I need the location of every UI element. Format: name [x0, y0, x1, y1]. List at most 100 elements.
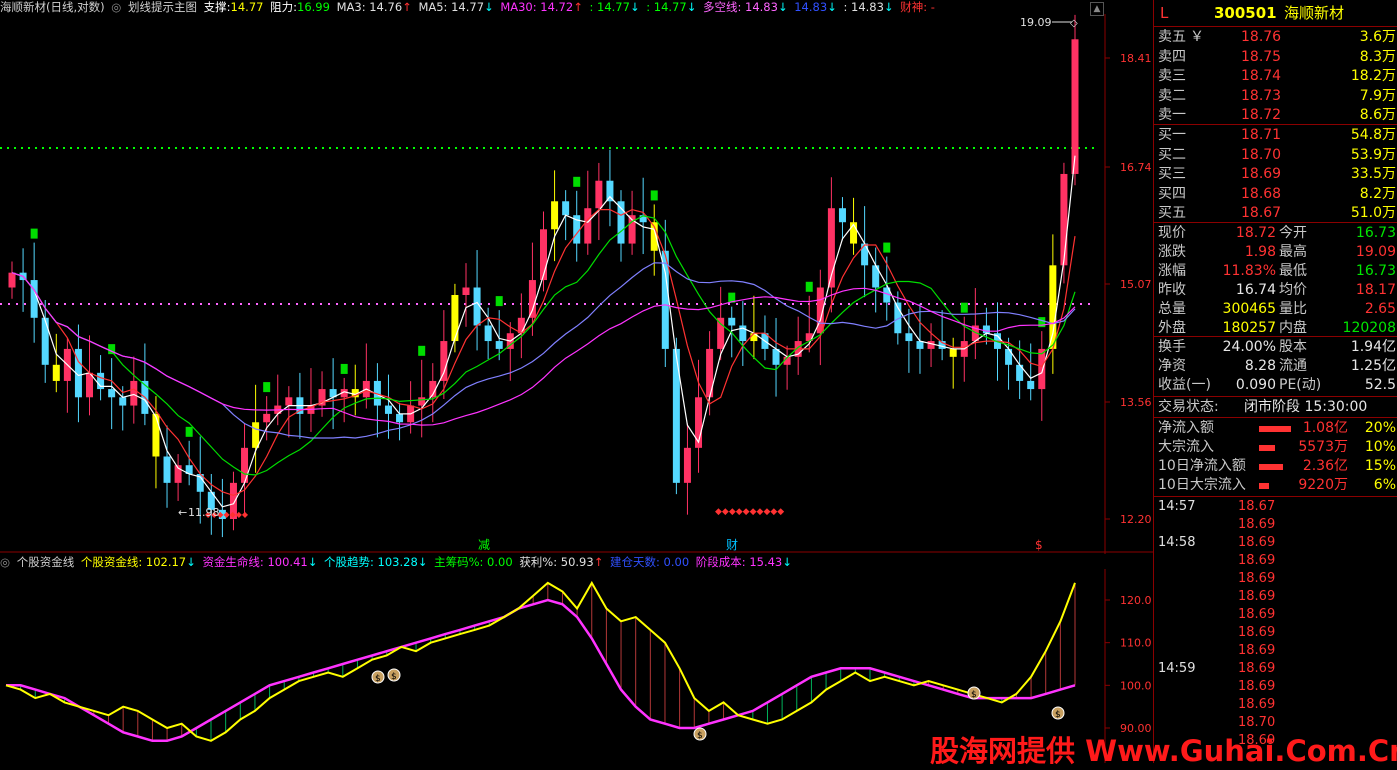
- stat-label: 涨跌: [1158, 244, 1186, 260]
- line-v2: : 14.77: [646, 0, 687, 14]
- tick-price: 18.69: [1238, 571, 1276, 586]
- stat-row: 净资 8.28 流通 1.25亿: [1154, 357, 1397, 376]
- sub-chart-header: ◎ 个股资金线 个股资金线: 102.17↓ 资金生命线: 100.41↓ 个股…: [0, 555, 792, 569]
- bids-label: 买五: [1158, 205, 1186, 221]
- stat-label: 今开: [1279, 225, 1307, 241]
- flow-value: 9220万: [1298, 477, 1348, 493]
- bids-volume: 33.5万: [1350, 166, 1396, 182]
- asks-price: 18.76: [1241, 29, 1282, 45]
- stat-row: 现价 18.72 今开 16.73: [1154, 224, 1397, 243]
- stat-value: 0.090: [1235, 377, 1276, 393]
- collapse-icon[interactable]: ◎: [0, 555, 10, 569]
- low-label: 11.98: [188, 506, 220, 519]
- line-v1: : 14.77: [589, 0, 630, 14]
- flow-row: 净流入额 1.08亿 20%: [1154, 419, 1397, 438]
- caishen-value: 财神: -: [900, 0, 935, 14]
- tick-time: 14:59: [1158, 661, 1196, 676]
- asks-row[interactable]: 卖二 18.73 7.9万: [1154, 87, 1397, 106]
- stat-label: PE(动): [1279, 377, 1322, 393]
- stat-label: 净资: [1158, 358, 1186, 374]
- stat-label: 股本: [1279, 339, 1307, 355]
- stat-label: 收益(一): [1158, 377, 1211, 393]
- bids-row[interactable]: 买二 18.70 53.9万: [1154, 146, 1397, 165]
- asks-volume: 7.9万: [1359, 87, 1396, 104]
- stat-value: 8.28: [1244, 358, 1276, 374]
- asks-label: 卖五: [1158, 29, 1186, 45]
- duokong-value: 多空线: 14.83: [702, 0, 778, 14]
- asks-row[interactable]: 卖三 18.74 18.2万: [1154, 67, 1397, 86]
- stat-value: 16.73: [1355, 263, 1396, 279]
- tick-row: 18.69: [1154, 642, 1397, 660]
- cai-marker: 财: [726, 538, 738, 552]
- profit-value: 获利%: 50.93: [519, 555, 594, 569]
- flow-bar: [1259, 483, 1269, 489]
- asks-label: 卖三: [1158, 68, 1186, 84]
- tick-price: 18.69: [1238, 643, 1276, 658]
- life-line-value: 资金生命线: 100.41: [202, 555, 308, 569]
- cost-value: 阶段成本: 15.43: [695, 555, 783, 569]
- scroll-up-icon[interactable]: ▲: [1090, 2, 1104, 16]
- tick-row: 14:58 18.69: [1154, 534, 1397, 552]
- axis-tick: 120.0: [1120, 594, 1152, 607]
- flow-bar: [1259, 464, 1283, 470]
- asks-price: 18.74: [1241, 68, 1282, 84]
- bids-label: 买二: [1158, 146, 1186, 163]
- bids-volume: 53.9万: [1350, 146, 1396, 163]
- axis-tick: 18.41: [1120, 52, 1152, 65]
- asks-price: 18.73: [1241, 87, 1282, 104]
- kline-chart[interactable]: ◆◆◆◆◆◆◆◆◆◆ ◆◆◆◆◆◆◆ 18.41 16.74 15.07 13.…: [0, 14, 1153, 554]
- asks-row[interactable]: 卖五 ￥ 18.76 3.6万: [1154, 28, 1397, 47]
- flow-row: 10日大宗流入 9220万 6%: [1154, 476, 1397, 495]
- flow-bar: [1259, 426, 1291, 432]
- bids-label: 买四: [1158, 185, 1186, 202]
- stock-name[interactable]: 海顺新材: [1284, 2, 1344, 24]
- stat-label: 最高: [1279, 244, 1307, 260]
- stat-label: 总量: [1158, 301, 1186, 317]
- currency-mark: ￥: [1190, 29, 1204, 45]
- watermark: 股海网提供 Www.Guhai.Com.Cn: [930, 734, 1397, 768]
- stat-label: 均价: [1279, 282, 1307, 298]
- flow-value: 1.08亿: [1302, 420, 1348, 436]
- asks-row[interactable]: 卖四 18.75 8.3万: [1154, 48, 1397, 67]
- stat-value: 19.09: [1355, 244, 1396, 260]
- tick-price: 18.69: [1238, 625, 1276, 640]
- trend-value: 个股趋势: 103.28: [324, 555, 418, 569]
- main-chart-header: 海顺新材(日线,对数) ◎ 划线提示主图 支撑:14.77 阻力:16.99 M…: [0, 0, 935, 14]
- tick-row: 18.69: [1154, 552, 1397, 570]
- axis-tick: 110.0: [1120, 637, 1152, 650]
- tick-time: 14:57: [1158, 499, 1196, 514]
- tick-price: 18.69: [1238, 607, 1276, 622]
- tick-price: 18.69: [1238, 589, 1276, 604]
- bids-row[interactable]: 买三 18.69 33.5万: [1154, 165, 1397, 184]
- bids-row[interactable]: 买四 18.68 8.2万: [1154, 185, 1397, 204]
- asks-volume: 18.2万: [1350, 68, 1396, 84]
- days-value: 建仓天数: 0.00: [610, 555, 690, 569]
- tick-row: 18.69: [1154, 606, 1397, 624]
- high-label: 19.09: [1020, 16, 1052, 29]
- bids-row[interactable]: 买五 18.67 51.0万: [1154, 204, 1397, 223]
- bids-volume: 8.2万: [1359, 185, 1396, 202]
- bids-label: 买一: [1158, 127, 1186, 143]
- tick-row: 18.69: [1154, 516, 1397, 534]
- flow-label: 净流入额: [1158, 420, 1214, 436]
- flow-pct: 6%: [1373, 477, 1396, 493]
- resist-value: 16.99: [297, 0, 330, 14]
- svg-text:◆◆◆◆◆◆◆◆◆◆: ◆◆◆◆◆◆◆◆◆◆: [715, 507, 784, 517]
- gold-line-value: 个股资金线: 102.17: [80, 555, 187, 569]
- stat-value: 18.72: [1235, 225, 1276, 241]
- chart-title[interactable]: 海顺新材(日线,对数): [0, 0, 105, 14]
- stat-label: 现价: [1158, 225, 1186, 241]
- quote-panel: L 300501 海顺新材 卖五 ￥ 18.76 3.6万 卖四 18.75 8.3万 卖三 1…: [1153, 0, 1397, 763]
- stat-label: 量比: [1279, 301, 1307, 317]
- sub-indicator-name[interactable]: 个股资金线: [17, 555, 75, 569]
- stat-value: 11.83%: [1222, 263, 1276, 279]
- collapse-icon[interactable]: ◎: [111, 0, 121, 14]
- bids-row[interactable]: 买一 18.71 54.8万: [1154, 126, 1397, 145]
- flow-row: 10日净流入额 2.36亿 15%: [1154, 457, 1397, 476]
- stock-code[interactable]: 300501: [1214, 2, 1277, 24]
- svg-text:$: $: [1055, 710, 1061, 720]
- tick-row: 18.69: [1154, 678, 1397, 696]
- indicator-name[interactable]: 划线提示主图: [128, 0, 197, 14]
- asks-row[interactable]: 卖一 18.72 8.6万: [1154, 106, 1397, 125]
- quote-header: L 300501 海顺新材: [1154, 2, 1397, 24]
